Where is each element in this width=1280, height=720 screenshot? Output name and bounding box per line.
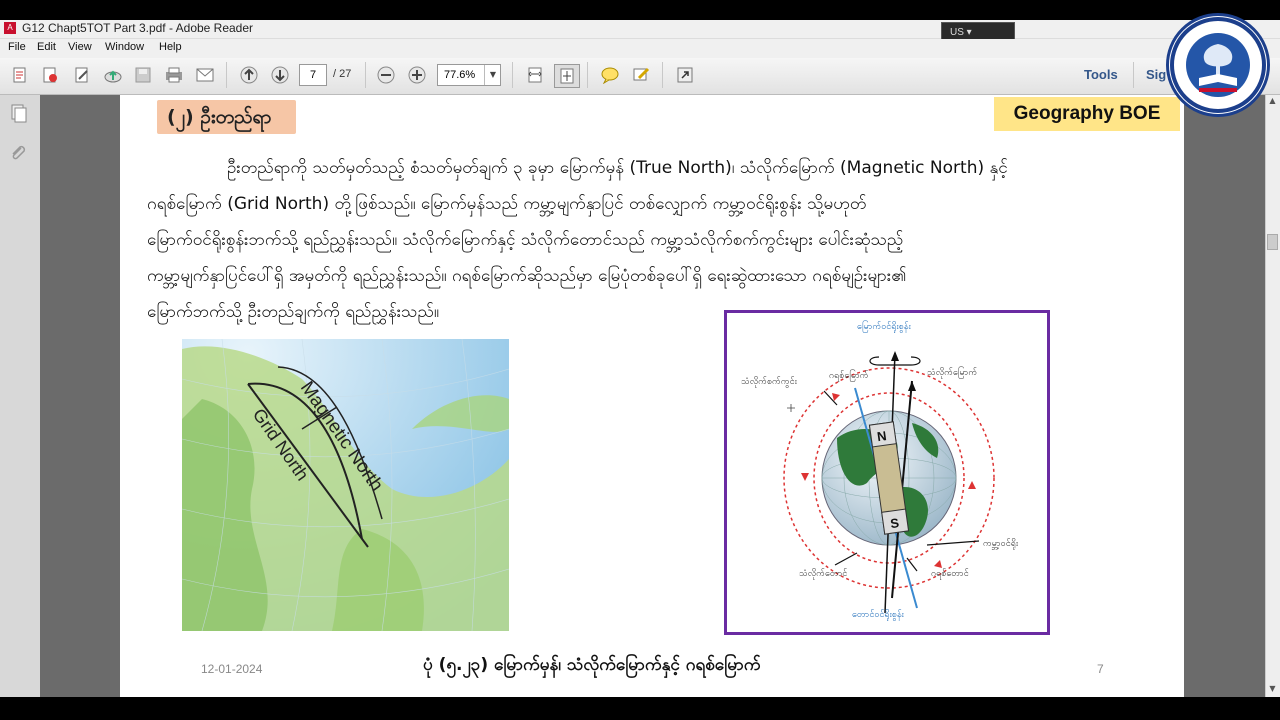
menu-view[interactable]: View xyxy=(68,41,92,53)
toolbar-separator xyxy=(662,62,663,88)
menu-bar xyxy=(0,39,1280,58)
print-icon[interactable] xyxy=(162,64,186,86)
footer-page-number: 7 xyxy=(1097,662,1104,676)
magnetic-north-diagram-label: သံလိုက်မြောက် xyxy=(927,368,978,378)
south-pole-label: တောင်ဝင်ရိုးစွန်း xyxy=(852,610,904,620)
chevron-down-icon[interactable]: ▼ xyxy=(484,65,501,85)
tools-button[interactable]: Tools xyxy=(1084,67,1118,82)
figure-caption: ပုံ (၅.၂၃) မြောက်မှန်၊ သံလိုက်မြောက်နှင့… xyxy=(423,655,761,675)
toolbar-separator xyxy=(1133,62,1134,88)
screen-top-border xyxy=(0,0,1280,20)
save-icon[interactable] xyxy=(131,64,155,86)
paragraph-line: မြောက်ဝင်ရိုးစွန်းဘက်သို့ ရည်ညွှန်းသည်။ … xyxy=(147,230,904,250)
toolbar-separator xyxy=(365,62,366,88)
expand-icon[interactable] xyxy=(673,64,697,86)
subject-badge: Geography BOE xyxy=(994,97,1180,131)
open-file-icon[interactable] xyxy=(38,64,62,86)
toolbar-separator xyxy=(587,62,588,88)
paragraph-line: ကမ္ဘာ့မျက်နှာပြင်ပေါ်ရှိ အမှတ်ကို ရည်ညွှ… xyxy=(147,266,907,286)
grid-south-label: ဂရစ်တောင် xyxy=(931,569,969,579)
upload-cloud-icon[interactable] xyxy=(101,64,125,86)
north-pole-label: မြောက်ဝင်ရိုးစွန်း xyxy=(857,322,911,332)
page-thumbnails-icon[interactable] xyxy=(8,103,28,123)
earth-axis-label: ကမ္ဘာ့ဝင်ရိုး xyxy=(983,539,1019,549)
toolbar-separator xyxy=(226,62,227,88)
scroll-down-icon[interactable]: ▼ xyxy=(1266,684,1279,696)
scroll-up-icon[interactable]: ▲ xyxy=(1266,96,1279,108)
earth-magnetic-diagram: N S မြောက်ဝင်ရိုးစွန်း သံလိုက်စက်ကွင်း ဂ… xyxy=(724,310,1050,635)
highlight-icon[interactable] xyxy=(629,64,653,86)
magnetic-south-label: သံလိုက်တောင် xyxy=(799,569,848,579)
grid-north-diagram-label: ဂရစ်မြောက် xyxy=(829,371,869,381)
fit-width-icon[interactable] xyxy=(523,64,547,86)
zoom-out-icon[interactable] xyxy=(374,64,398,86)
sign-button[interactable]: Sig xyxy=(1146,67,1166,82)
next-page-icon[interactable] xyxy=(268,64,292,86)
magnetic-field-label: သံလိုက်စက်ကွင်း xyxy=(741,377,797,387)
email-icon[interactable] xyxy=(193,64,217,86)
menu-help[interactable]: Help xyxy=(159,41,182,53)
create-pdf-icon[interactable] xyxy=(8,64,32,86)
paragraph-line: ဂရစ်မြောက် (Grid North) တို့ဖြစ်သည်။ မြေ… xyxy=(147,194,867,214)
attachments-icon[interactable] xyxy=(8,143,28,163)
previous-page-icon[interactable] xyxy=(237,64,261,86)
navigation-pane xyxy=(0,95,41,697)
scrollbar-thumb[interactable] xyxy=(1267,234,1278,250)
fit-page-icon[interactable] xyxy=(554,64,580,88)
screen-bottom-border xyxy=(0,697,1280,720)
institution-logo xyxy=(1166,13,1270,117)
menu-file[interactable]: File xyxy=(8,41,26,53)
page-total: / 27 xyxy=(333,68,352,80)
zoom-in-icon[interactable] xyxy=(405,64,429,86)
menu-edit[interactable]: Edit xyxy=(37,41,56,53)
toolbar-separator xyxy=(512,62,513,88)
comment-icon[interactable] xyxy=(598,64,622,86)
section-heading: (၂) ဦးတည်ရာ xyxy=(157,100,296,134)
window-title: G12 Chapt5TOT Part 3.pdf - Adobe Reader xyxy=(22,21,254,35)
adobe-reader-icon: A xyxy=(4,22,16,34)
edit-pdf-icon[interactable] xyxy=(70,64,94,86)
grid-magnetic-north-map: Magnetic North Grid North xyxy=(182,339,509,631)
menu-window[interactable]: Window xyxy=(105,41,144,53)
page-number-input[interactable]: 7 xyxy=(299,64,327,86)
paragraph-line: ဦးတည်ရာကို သတ်မှတ်သည့် စံသတ်မှတ်ချက် ၃ ခ… xyxy=(227,158,1008,178)
vertical-scrollbar[interactable] xyxy=(1265,95,1280,697)
paragraph-line: မြောက်ဘက်သို့ ဦးတည်ချက်ကို ရည်ညွှန်းသည်။ xyxy=(147,302,440,322)
keyboard-layout-label: US xyxy=(950,27,964,38)
footer-date: 12-01-2024 xyxy=(201,662,263,676)
